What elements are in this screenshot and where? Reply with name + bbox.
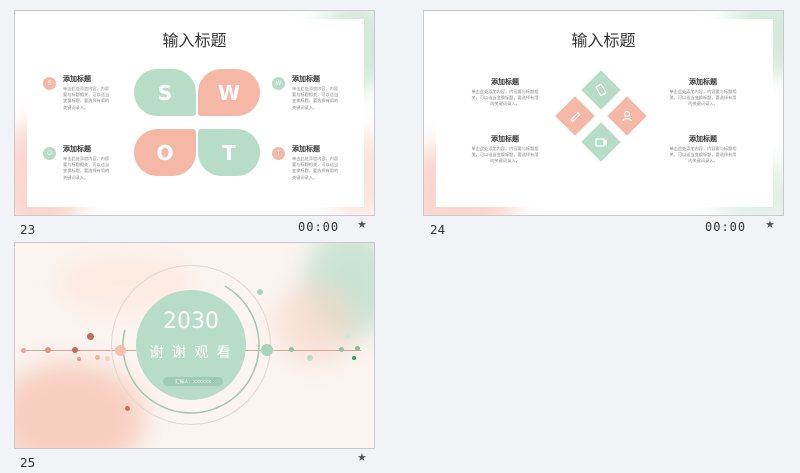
animation-star-icon[interactable]: ★	[765, 218, 775, 231]
badge-o: O	[43, 147, 56, 160]
year-text: 2030	[163, 309, 219, 334]
badge-t: T	[272, 147, 285, 160]
item-right-top: 添加标题 单击此处添加内容，内容要与标题相 关，可以适当变换标题，要选择有用 的关键…	[669, 79, 737, 107]
item-s: 添加标题 单击此处添加内容，内容 要与标题相关，可以适当 变换标题，要选择有用的关…	[63, 76, 110, 110]
dot	[125, 406, 130, 411]
item-left-bottom: 添加标题 单击此处添加内容，内容要与标题相 关，可以适当变换标题，要选择有用 的关键…	[471, 136, 539, 164]
dot	[257, 289, 263, 295]
dot	[345, 333, 351, 339]
swot-petal-t: T	[198, 129, 260, 176]
item-left-top: 添加标题 单击此处添加内容，内容要与标题相 关，可以适当变换标题，要选择有用 的关键…	[471, 79, 539, 107]
slide-title: 输入标题	[162, 33, 227, 50]
item-t: 添加标题 单击此处添加内容，内容 要与标题相关，可以适当 变换标题，要选择有用的关…	[292, 146, 339, 180]
slide-thumbnail-23[interactable]: 输入标题 S W O T S 添加标题 单击此处添加内容，内容 要与标题相关，可以…	[14, 10, 375, 216]
dot	[77, 357, 81, 361]
slide-timing-24: 00:00	[705, 220, 747, 234]
slide-title: 输入标题	[571, 33, 636, 50]
pen-icon	[570, 112, 581, 123]
dot	[95, 355, 100, 360]
dot	[72, 347, 78, 353]
swot-petal-s: S	[134, 69, 196, 116]
badge-w: W	[272, 77, 285, 90]
slide-thumbnail-24[interactable]: 输入标题 添加标题 单击此处添加内容，内容要与标题相 关，可以适当变换标题，要选择…	[423, 10, 784, 216]
item-w: 添加标题 单击此处添加内容，内容 要与标题相关，可以适当 变换标题，要选择有用的关…	[292, 76, 339, 110]
dot	[45, 347, 51, 353]
animation-star-icon[interactable]: ★	[357, 218, 367, 231]
reporter-pill: 汇报人：XXXXXX	[163, 377, 223, 386]
slide-number-24: 24	[430, 223, 446, 237]
camera-icon	[595, 138, 607, 147]
swot-petal-w: W	[198, 69, 260, 116]
dot	[289, 347, 294, 352]
item-right-bottom: 添加标题 单击此处添加内容，内容要与标题相 关，可以适当变换标题，要选择有用 的关键…	[669, 136, 737, 164]
dot	[339, 347, 344, 352]
dot	[352, 356, 356, 360]
dot	[115, 345, 126, 356]
dot	[87, 333, 94, 340]
item-o: 添加标题 单击此处添加内容，内容 要与标题相关，可以适当 变换标题，要选择有用的关…	[63, 146, 110, 180]
dot	[307, 355, 313, 361]
dot	[105, 356, 110, 361]
dot	[261, 344, 273, 356]
dot	[21, 348, 26, 353]
thanks-text: 谢 谢 观 看	[149, 345, 233, 361]
person-icon	[622, 110, 632, 122]
swot-petal-o: O	[134, 129, 196, 176]
slide-number-23: 23	[20, 223, 36, 237]
slide-timing-23: 00:00	[298, 220, 340, 234]
animation-star-icon[interactable]: ★	[357, 451, 367, 464]
phone-icon	[595, 83, 607, 97]
badge-s: S	[43, 77, 56, 90]
slide-thumbnail-25[interactable]: 2030 谢 谢 观 看 汇报人：XXXXXX	[14, 242, 375, 449]
dot	[355, 346, 360, 351]
slide-number-25: 25	[20, 456, 36, 470]
